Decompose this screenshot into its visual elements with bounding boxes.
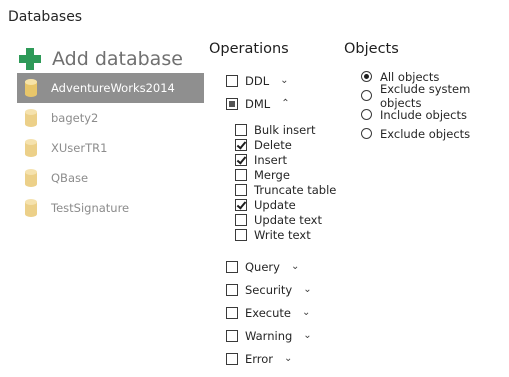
dml-item-write-text[interactable]: Write text — [235, 227, 311, 242]
dml-item-label: Update — [254, 197, 296, 212]
add-database-label: Add database — [52, 48, 183, 70]
chevron-up-icon[interactable]: ⌃ — [281, 98, 289, 109]
chevron-down-icon[interactable]: ⌄ — [284, 353, 292, 364]
warning-checkbox[interactable] — [226, 329, 238, 342]
database-name: QBase — [51, 171, 89, 185]
operation-group-ddl[interactable]: DDL ⌄ — [226, 73, 289, 88]
objects-option-include[interactable]: Include objects — [361, 107, 467, 122]
dml-item-merge[interactable]: Merge — [235, 167, 290, 182]
query-label: Query — [245, 259, 280, 274]
objects-option-label: Include objects — [380, 107, 467, 122]
database-name: bagety2 — [51, 111, 99, 125]
database-list: AdventureWorks2014 bagety2 XUserTR1 QBas… — [17, 73, 204, 223]
operation-group-query[interactable]: Query ⌄ — [226, 259, 299, 274]
ddl-label: DDL — [245, 73, 270, 88]
operations-header: Operations — [209, 41, 289, 57]
dml-item-truncate-table[interactable]: Truncate table — [235, 182, 336, 197]
page-title: Databases — [8, 9, 83, 25]
database-icon — [25, 169, 37, 187]
write-text-checkbox[interactable] — [235, 228, 247, 241]
operation-group-error[interactable]: Error ⌄ — [226, 351, 292, 366]
database-item-adventureworks2014[interactable]: AdventureWorks2014 — [17, 73, 204, 103]
dml-item-label: Merge — [254, 167, 290, 182]
database-icon — [25, 199, 37, 217]
update-text-checkbox[interactable] — [235, 213, 247, 226]
execute-label: Execute — [245, 305, 291, 320]
merge-checkbox[interactable] — [235, 168, 247, 181]
dml-item-update-text[interactable]: Update text — [235, 212, 322, 227]
dml-item-label: Insert — [254, 152, 287, 167]
dml-item-insert[interactable]: Insert — [235, 152, 287, 167]
truncate-table-checkbox[interactable] — [235, 183, 247, 196]
objects-option-exclude[interactable]: Exclude objects — [361, 126, 470, 141]
objects-header: Objects — [344, 41, 399, 57]
dml-checkbox[interactable] — [226, 97, 238, 110]
error-checkbox[interactable] — [226, 352, 238, 365]
security-label: Security — [245, 282, 293, 297]
dml-item-label: Delete — [254, 137, 292, 152]
exclude-objects-radio[interactable] — [361, 128, 372, 139]
objects-option-label: Exclude system objects — [380, 81, 471, 110]
database-item-testsignature[interactable]: TestSignature — [17, 193, 204, 223]
dml-item-label: Bulk insert — [254, 122, 316, 137]
insert-checkbox[interactable] — [235, 153, 247, 166]
database-name: TestSignature — [51, 201, 130, 215]
include-objects-radio[interactable] — [361, 109, 372, 120]
operation-group-execute[interactable]: Execute ⌄ — [226, 305, 310, 320]
dml-item-label: Update text — [254, 212, 323, 227]
query-checkbox[interactable] — [226, 260, 238, 273]
add-database-button[interactable]: Add database — [19, 45, 183, 73]
delete-checkbox[interactable] — [235, 138, 247, 151]
database-name: AdventureWorks2014 — [51, 81, 175, 95]
chevron-down-icon[interactable]: ⌄ — [303, 284, 311, 295]
chevron-down-icon[interactable]: ⌄ — [302, 307, 310, 318]
chevron-down-icon[interactable]: ⌄ — [303, 330, 311, 341]
ddl-checkbox[interactable] — [226, 74, 238, 87]
dml-item-update[interactable]: Update — [235, 197, 296, 212]
security-checkbox[interactable] — [226, 283, 238, 296]
database-icon — [25, 109, 37, 127]
bulk-insert-checkbox[interactable] — [235, 123, 247, 136]
database-item-qbase[interactable]: QBase — [17, 163, 204, 193]
database-item-bagety2[interactable]: bagety2 — [17, 103, 204, 133]
database-icon — [25, 139, 37, 157]
dml-item-delete[interactable]: Delete — [235, 137, 292, 152]
exclude-system-objects-radio[interactable] — [361, 90, 372, 101]
operation-group-warning[interactable]: Warning ⌄ — [226, 328, 312, 343]
dml-label: DML — [245, 96, 271, 111]
execute-checkbox[interactable] — [226, 306, 238, 319]
objects-option-exclude-system[interactable]: Exclude system objects — [361, 82, 509, 110]
dml-item-bulk-insert[interactable]: Bulk insert — [235, 122, 315, 137]
plus-icon — [19, 48, 41, 70]
update-checkbox[interactable] — [235, 198, 247, 211]
database-icon — [25, 79, 37, 97]
operation-group-dml[interactable]: DML ⌃ — [226, 96, 290, 111]
error-label: Error — [245, 351, 274, 366]
dml-item-label: Truncate table — [254, 182, 337, 197]
dml-item-label: Write text — [254, 227, 311, 242]
database-item-xusertr1[interactable]: XUserTR1 — [17, 133, 204, 163]
operation-group-security[interactable]: Security ⌄ — [226, 282, 312, 297]
objects-option-label: Exclude objects — [380, 126, 471, 141]
warning-label: Warning — [245, 328, 293, 343]
all-objects-radio[interactable] — [361, 71, 372, 82]
chevron-down-icon[interactable]: ⌄ — [280, 75, 288, 86]
chevron-down-icon[interactable]: ⌄ — [291, 261, 299, 272]
database-name: XUserTR1 — [51, 141, 108, 155]
